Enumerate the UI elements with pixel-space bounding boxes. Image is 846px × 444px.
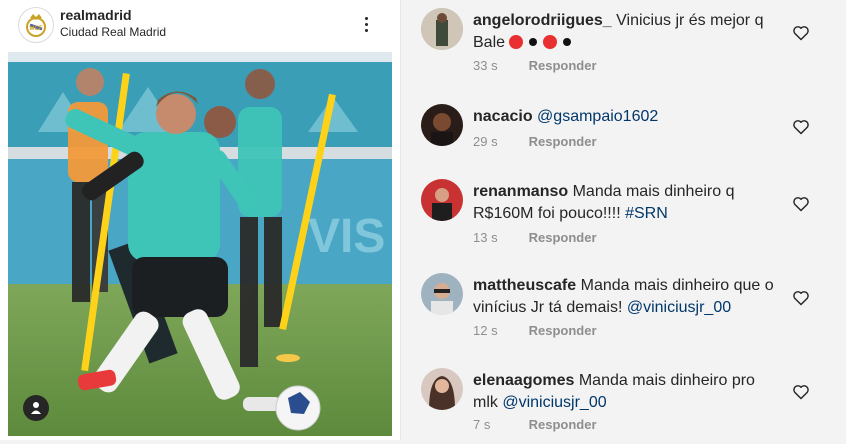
post-photo[interactable]: VIS: [8, 52, 392, 436]
account-name[interactable]: realmadrid: [60, 7, 132, 23]
commenter-avatar[interactable]: [421, 179, 463, 221]
comment-text-block: renanmanso Manda mais dinheiro q R$160M …: [473, 181, 783, 225]
avatar-photo: [421, 273, 463, 315]
commenter-avatar[interactable]: [421, 273, 463, 315]
real-madrid-crest-logo: MCF: [26, 14, 46, 37]
svg-text:VIS: VIS: [308, 210, 385, 263]
heart-outline-icon[interactable]: [792, 384, 810, 400]
commenter-avatar[interactable]: [421, 368, 463, 410]
comment-item: elenaagomes Manda mais dinheiro pro mlk …: [412, 364, 832, 444]
avatar-photo: [421, 368, 463, 410]
comment-text-block: mattheuscafe Manda mais dinheiro que o v…: [473, 275, 783, 319]
post-header: MCF realmadrid Ciudad Real Madrid: [0, 0, 400, 50]
reply-button[interactable]: Responder: [529, 230, 597, 245]
person-icon: [31, 402, 41, 414]
reply-button[interactable]: Responder: [529, 417, 597, 432]
comment-timestamp: 7 s: [473, 417, 491, 432]
user-tag-icon[interactable]: [23, 395, 49, 421]
commenter-avatar[interactable]: [421, 104, 463, 146]
avatar-photo: [421, 179, 463, 221]
red-circle-emoji-icon: [543, 35, 558, 49]
reply-button[interactable]: Responder: [529, 134, 597, 149]
more-options-icon[interactable]: [358, 10, 374, 38]
comment-item: renanmanso Manda mais dinheiro q R$160M …: [412, 174, 832, 254]
heart-outline-icon[interactable]: [792, 196, 810, 212]
comment-timestamp: 33 s: [473, 58, 498, 73]
comment-meta: 13 s Responder: [473, 230, 597, 245]
comment-mention-link[interactable]: @gsampaio1602: [537, 108, 658, 125]
comment-item: mattheuscafe Manda mais dinheiro que o v…: [412, 269, 832, 349]
comment-text-block: nacacio @gsampaio1602: [473, 106, 783, 128]
comment-meta: 7 s Responder: [473, 417, 597, 432]
black-circle-emoji-icon: [529, 38, 538, 46]
comment-timestamp: 13 s: [473, 230, 498, 245]
comment-timestamp: 29 s: [473, 134, 498, 149]
account-avatar[interactable]: MCF: [18, 7, 54, 43]
reply-button[interactable]: Responder: [529, 323, 597, 338]
comment-item: nacacio @gsampaio1602 29 s Responder: [412, 96, 832, 176]
red-circle-emoji-icon: [509, 35, 524, 49]
comment-username[interactable]: angelorodriigues_: [473, 12, 612, 29]
post-card: MCF realmadrid Ciudad Real Madrid VIS: [0, 0, 401, 440]
comment-timestamp: 12 s: [473, 323, 498, 338]
comment-text-block: elenaagomes Manda mais dinheiro pro mlk …: [473, 370, 783, 414]
black-circle-emoji-icon: [563, 38, 572, 46]
comment-mention-link[interactable]: @viniciusjr_00: [502, 394, 606, 411]
comments-list: angelorodriigues_ Vinicius jr és mejor q…: [412, 0, 846, 440]
reply-button[interactable]: Responder: [529, 58, 597, 73]
avatar-photo: [421, 8, 463, 50]
avatar-photo: [421, 104, 463, 146]
comment-username[interactable]: elenaagomes: [473, 372, 574, 389]
comment-meta: 33 s Responder: [473, 58, 597, 73]
svg-text:MCF: MCF: [30, 26, 43, 32]
heart-outline-icon[interactable]: [792, 25, 810, 41]
comment-text-block: angelorodriigues_ Vinicius jr és mejor q…: [473, 10, 783, 54]
comment-username[interactable]: mattheuscafe: [473, 277, 576, 294]
commenter-avatar[interactable]: [421, 8, 463, 50]
heart-outline-icon[interactable]: [792, 290, 810, 306]
comment-meta: 12 s Responder: [473, 323, 597, 338]
comment-mention-link[interactable]: @viniciusjr_00: [627, 299, 731, 316]
emoji-group: [509, 34, 577, 51]
comment-meta: 29 s Responder: [473, 134, 597, 149]
heart-outline-icon[interactable]: [792, 119, 810, 135]
comment-hashtag-link[interactable]: #SRN: [625, 205, 668, 222]
training-photo: VIS: [8, 52, 392, 436]
comment-item: angelorodriigues_ Vinicius jr és mejor q…: [412, 0, 832, 80]
comment-username[interactable]: nacacio: [473, 108, 533, 125]
location-link[interactable]: Ciudad Real Madrid: [60, 25, 166, 39]
comment-username[interactable]: renanmanso: [473, 183, 568, 200]
